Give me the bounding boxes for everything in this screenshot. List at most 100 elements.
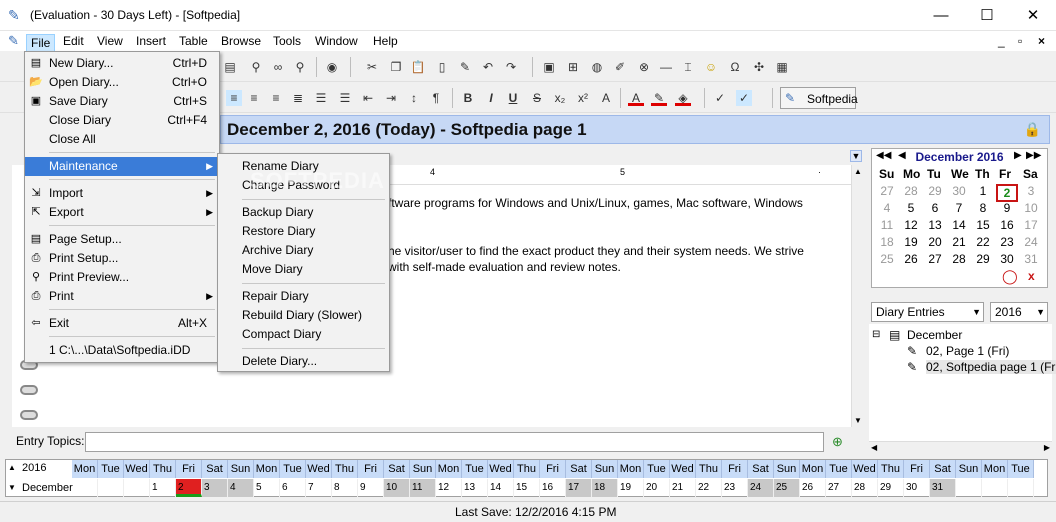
menu-restore-diary[interactable]: Restore Diary — [218, 222, 389, 241]
strip-day[interactable] — [124, 479, 150, 497]
calendar-day[interactable]: 30 — [996, 252, 1018, 266]
doc-close-button[interactable]: × — [1038, 34, 1045, 48]
tree-toggle-icon[interactable]: ⊟ — [872, 329, 880, 340]
entries-filter-select[interactable]: Diary Entries ▼ — [871, 302, 984, 322]
calendar-day[interactable]: 28 — [900, 184, 922, 198]
align-left-icon[interactable]: ≡ — [226, 90, 242, 106]
calendar-day[interactable]: 15 — [972, 218, 994, 232]
year-select[interactable]: 2016 ▼ — [990, 302, 1048, 322]
strip-day[interactable]: 21 — [670, 479, 696, 497]
calendar-day[interactable]: 8 — [972, 201, 994, 215]
strip-day[interactable] — [956, 479, 982, 497]
indent-icon[interactable]: ⇥ — [383, 90, 399, 106]
find-icon[interactable]: ⚲ — [248, 59, 264, 75]
strip-day[interactable]: 12 — [436, 479, 462, 497]
menu-table[interactable]: Table — [179, 34, 208, 48]
doc-restore-button[interactable]: ▫ — [1018, 34, 1022, 48]
menu-compact-diary[interactable]: Compact Diary — [218, 325, 389, 344]
calendar-day[interactable]: 28 — [948, 252, 970, 266]
page-break-icon[interactable]: ⌶ — [680, 59, 696, 75]
strip-day[interactable]: 9 — [358, 479, 384, 497]
justify-icon[interactable]: ≣ — [290, 90, 306, 106]
menu-move-diary[interactable]: Move Diary — [218, 260, 389, 279]
align-center-icon[interactable]: ≡ — [246, 90, 262, 106]
horizontal-line-icon[interactable]: — — [658, 59, 674, 75]
strip-day[interactable]: 22 — [696, 479, 722, 497]
strip-day[interactable]: 13 — [462, 479, 488, 497]
calendar-day[interactable]: 27 — [876, 184, 898, 198]
outdent-icon[interactable]: ⇤ — [360, 90, 376, 106]
strip-day[interactable] — [72, 479, 98, 497]
menu-browse[interactable]: Browse — [221, 34, 261, 48]
strip-day[interactable]: 29 — [878, 479, 904, 497]
bullets-icon[interactable]: ☰ — [313, 90, 329, 106]
undo-icon[interactable]: ↶ — [480, 59, 496, 75]
calendar-day[interactable]: 2 — [996, 184, 1018, 202]
calendar-day[interactable]: 11 — [876, 218, 898, 232]
options-icon[interactable]: ▦ — [774, 59, 790, 75]
menu-help[interactable]: Help — [373, 34, 398, 48]
strip-year-spin-icon[interactable]: ▲ — [8, 463, 16, 472]
menu-close-all[interactable]: Close All — [25, 130, 219, 149]
menu-save-diary[interactable]: ▣ Save Diary Ctrl+S — [25, 92, 219, 111]
tree-node-december[interactable]: December — [907, 328, 962, 342]
calendar-day[interactable]: 17 — [1020, 218, 1042, 232]
calendar-day[interactable]: 23 — [996, 235, 1018, 249]
binoculars-icon[interactable]: ∞ — [270, 59, 286, 75]
menu-view[interactable]: View — [97, 34, 123, 48]
copy-icon[interactable]: ❐ — [388, 59, 404, 75]
tree-entry-1[interactable]: 02, Page 1 (Fri) — [926, 344, 1009, 358]
font-color-icon[interactable]: A — [628, 90, 644, 106]
strip-day[interactable]: 24 — [748, 479, 774, 497]
calendar-day[interactable]: 18 — [876, 235, 898, 249]
redo-icon[interactable]: ↷ — [503, 59, 519, 75]
calendar-day[interactable]: 4 — [876, 201, 898, 215]
menu-page-setup[interactable]: ▤ Page Setup... — [25, 230, 219, 249]
menu-open-diary[interactable]: 📂 Open Diary... Ctrl+O — [25, 73, 219, 92]
font-size-icon[interactable]: A — [598, 90, 614, 106]
autocorrect-icon[interactable]: ✓ — [736, 90, 752, 106]
calendar-day[interactable]: 5 — [900, 201, 922, 215]
scroll-left-icon[interactable]: ◀ — [871, 443, 877, 452]
underline-icon[interactable]: U — [505, 90, 521, 106]
line-spacing-icon[interactable]: ↕ — [406, 90, 422, 106]
calendar-day[interactable]: 22 — [972, 235, 994, 249]
minimize-button[interactable]: — — [918, 0, 964, 31]
strip-day[interactable]: 8 — [332, 479, 358, 497]
strip-day[interactable] — [98, 479, 124, 497]
strikethrough-icon[interactable]: S — [529, 90, 545, 106]
paste-icon[interactable]: 📋 — [410, 59, 426, 75]
calendar-day[interactable]: 29 — [924, 184, 946, 198]
emoticon-icon[interactable]: ☺ — [703, 59, 719, 75]
strip-day[interactable]: 10 — [384, 479, 410, 497]
highlight-icon[interactable]: ✎ — [651, 90, 667, 106]
strip-day[interactable]: 14 — [488, 479, 514, 497]
link-icon[interactable]: ⊗ — [636, 59, 652, 75]
menu-print-setup[interactable]: ⎙ Print Setup... — [25, 249, 219, 268]
menu-print-preview[interactable]: ⚲ Print Preview... — [25, 268, 219, 287]
calendar-day[interactable]: 9 — [996, 201, 1018, 215]
menu-import[interactable]: ⇲ Import ▶ — [25, 184, 219, 203]
close-button[interactable]: ✕ — [1010, 0, 1056, 31]
format-painter-icon[interactable]: ✎ — [457, 59, 473, 75]
web-icon[interactable]: ◍ — [589, 59, 605, 75]
tree-hscroll[interactable]: ◀ ▶ — [869, 441, 1052, 455]
today-circle-icon[interactable]: ◯ — [1002, 268, 1018, 285]
strip-month-spin-icon[interactable]: ▼ — [8, 483, 16, 492]
menu-maintenance[interactable]: Maintenance ▶ — [25, 157, 219, 176]
menu-close-diary[interactable]: Close Diary Ctrl+F4 — [25, 111, 219, 130]
find-next-icon[interactable]: ⚲ — [292, 59, 308, 75]
symbol-icon[interactable]: Ω — [727, 59, 743, 75]
menu-insert[interactable]: Insert — [136, 34, 166, 48]
calendar-day[interactable]: 20 — [924, 235, 946, 249]
align-right-icon[interactable]: ≡ — [268, 90, 284, 106]
menu-archive-diary[interactable]: Archive Diary — [218, 241, 389, 260]
strip-day[interactable]: 15 — [514, 479, 540, 497]
next-year-icon[interactable]: ▶▶ — [1026, 150, 1041, 161]
calendar-day[interactable]: 1 — [972, 184, 994, 198]
calendar-day[interactable]: 12 — [900, 218, 922, 232]
strip-day[interactable]: 26 — [800, 479, 826, 497]
menu-repair-diary[interactable]: Repair Diary — [218, 287, 389, 306]
strip-day[interactable]: 16 — [540, 479, 566, 497]
maximize-button[interactable]: ☐ — [964, 0, 1010, 31]
